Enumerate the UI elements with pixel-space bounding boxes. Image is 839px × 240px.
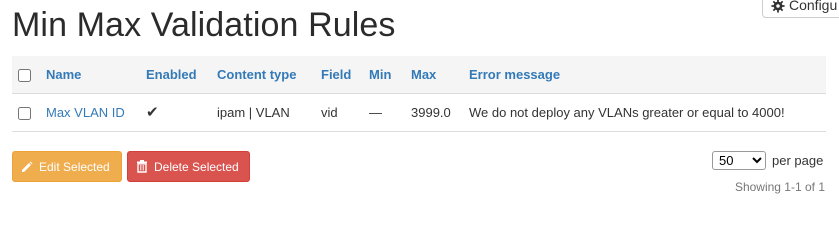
delete-selected-button[interactable]: Delete Selected (127, 151, 250, 182)
column-header-enabled[interactable]: Enabled (138, 56, 209, 94)
pencil-icon (22, 161, 33, 172)
column-header-error-message[interactable]: Error message (461, 56, 826, 94)
edit-selected-button[interactable]: Edit Selected (12, 151, 122, 182)
select-all-checkbox[interactable] (18, 68, 31, 82)
content-type-cell: ipam | VLAN (209, 93, 313, 132)
row-select-checkbox[interactable] (18, 106, 31, 120)
per-page-control: 50 per page (712, 151, 823, 170)
min-cell: — (361, 93, 403, 132)
gear-icon (771, 0, 785, 13)
column-header-max[interactable]: Max (403, 56, 461, 94)
column-header-field[interactable]: Field (313, 56, 361, 94)
table-header-row: Name Enabled Content type Field Min Max … (12, 56, 826, 94)
pagination-status: Showing 1-1 of 1 (734, 180, 825, 194)
configure-button[interactable]: Configu (762, 0, 839, 18)
column-header-content-type[interactable]: Content type (209, 56, 313, 94)
column-header-min[interactable]: Min (361, 56, 403, 94)
rule-name-link[interactable]: Max VLAN ID (46, 105, 125, 120)
edit-selected-label: Edit Selected (39, 159, 110, 174)
trash-icon (137, 160, 147, 173)
page-title: Min Max Validation Rules (12, 6, 396, 44)
per-page-label: per page (772, 153, 824, 168)
column-header-name[interactable]: Name (38, 56, 138, 94)
configure-label: Configu (789, 0, 838, 13)
enabled-checkmark: ✔ (138, 93, 209, 132)
field-cell: vid (313, 93, 361, 132)
delete-selected-label: Delete Selected (154, 159, 239, 174)
results-table: Name Enabled Content type Field Min Max … (12, 56, 826, 132)
error-message-cell: We do not deploy any VLANs greater or eq… (461, 93, 826, 132)
per-page-select[interactable]: 50 (712, 151, 766, 170)
max-cell: 3999.0 (403, 93, 461, 132)
table-row: Max VLAN ID ✔ ipam | VLAN vid — 3999.0 W… (12, 93, 826, 132)
